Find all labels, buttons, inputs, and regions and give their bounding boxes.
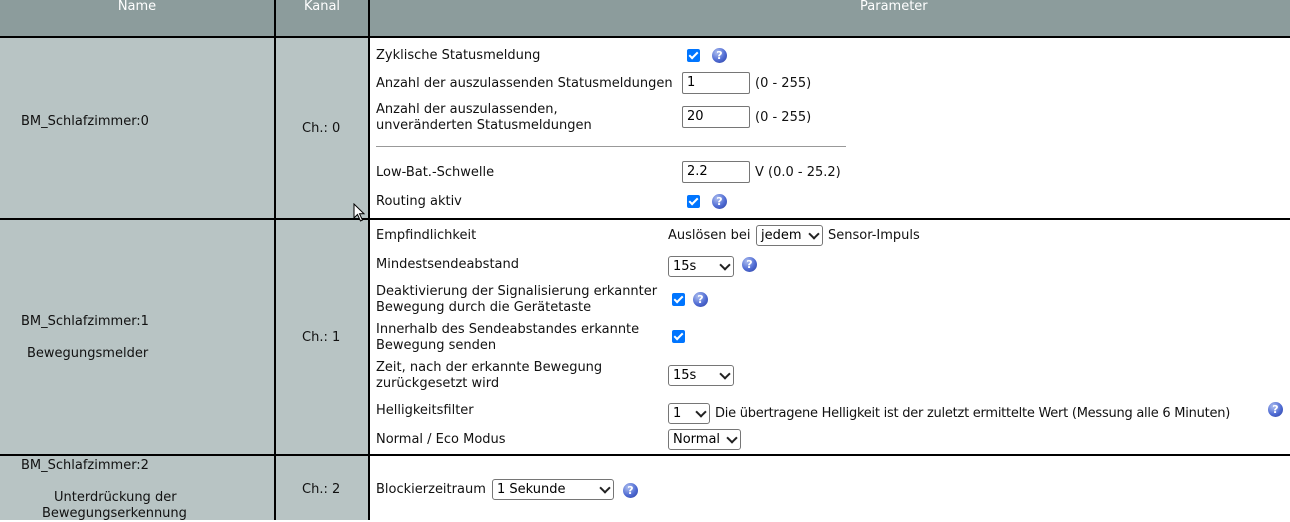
grid-vline-2: [368, 0, 370, 520]
chevron-down-icon: [695, 406, 707, 418]
help-icon[interactable]: ?: [712, 194, 727, 209]
within-checkbox[interactable]: [672, 330, 685, 343]
min-send-select[interactable]: 15s: [668, 256, 734, 277]
grid-vline-1: [274, 0, 276, 520]
lowbat-label: Low-Bat.-Schwelle: [376, 165, 495, 180]
header-kanal: Kanal: [276, 0, 368, 36]
eco-label: Normal / Eco Modus: [376, 432, 506, 447]
row2-subname-1: Unterdrückung der: [54, 490, 177, 505]
sensitivity-label: Empfindlichkeit: [376, 228, 477, 243]
deact-label-2: Bewegung durch die Gerätetaste: [376, 300, 592, 315]
skip-unchanged-label-2: unveränderten Statusmeldungen: [376, 118, 592, 133]
skip-unchanged-range: (0 - 255): [755, 110, 812, 125]
brightness-select-value: 1: [673, 406, 682, 421]
within-label-1: Innerhalb des Sendeabstandes erkannte: [376, 322, 640, 337]
grid-hline-row0: [0, 218, 1290, 220]
row0-name: BM_Schlafzimmer:0: [21, 114, 149, 129]
header-name: Name: [0, 0, 274, 36]
row1-name: BM_Schlafzimmer:1: [21, 314, 149, 329]
header-parameter-label: Parameter: [860, 0, 928, 14]
skip-unchanged-label-1: Anzahl der auszulassenden,: [376, 102, 558, 117]
chevron-down-icon: [726, 432, 738, 444]
header-parameter: Parameter: [370, 0, 1290, 36]
chevron-down-icon: [599, 482, 611, 494]
help-icon[interactable]: ?: [1268, 402, 1283, 417]
routing-label: Routing aktiv: [376, 194, 462, 209]
brightness-label: Helligkeitsfilter: [376, 403, 474, 418]
reset-label-1: Zeit, nach der erkannte Bewegung: [376, 360, 603, 375]
brightness-desc: Die übertragene Helligkeit ist der zulet…: [715, 406, 1231, 421]
reset-select-value: 15s: [673, 368, 697, 383]
skip-unchanged-input[interactable]: 20: [682, 106, 750, 128]
min-send-select-value: 15s: [673, 259, 697, 274]
sensitivity-suffix: Sensor-Impuls: [828, 228, 920, 243]
min-send-label: Mindestsendeabstand: [376, 257, 519, 272]
reset-select[interactable]: 15s: [668, 365, 734, 386]
reset-label-2: zurückgesetzt wird: [376, 376, 500, 391]
help-icon[interactable]: ?: [693, 292, 708, 307]
eco-select-value: Normal: [673, 432, 721, 447]
sensitivity-select-value: jedem: [761, 228, 802, 243]
deact-label-1: Deaktivierung der Signalisierung erkannt…: [376, 284, 658, 299]
chevron-down-icon: [719, 259, 731, 271]
skip-count-label: Anzahl der auszulassenden Statusmeldunge…: [376, 76, 673, 91]
header-name-label: Name: [117, 0, 157, 14]
skip-count-input[interactable]: 1: [682, 72, 750, 94]
chevron-down-icon: [719, 368, 731, 380]
section-divider: [376, 146, 846, 147]
row1-channel: Ch.: 1: [302, 330, 341, 345]
cyclic-status-label: Zyklische Statusmeldung: [376, 48, 541, 63]
header-kanal-label: Kanal: [303, 0, 341, 14]
block-select-value: 1 Sekunde: [497, 482, 566, 497]
help-icon[interactable]: ?: [623, 483, 638, 498]
help-icon[interactable]: ?: [712, 48, 727, 63]
row2-channel: Ch.: 2: [302, 482, 341, 497]
row0-channel: Ch.: 0: [302, 121, 341, 136]
eco-select[interactable]: Normal: [668, 429, 741, 450]
sensitivity-prefix: Auslösen bei: [668, 228, 751, 243]
sensitivity-select[interactable]: jedem: [756, 225, 823, 246]
grid-hline-header: [0, 36, 1290, 38]
row2-name: BM_Schlafzimmer:2: [21, 458, 149, 473]
deact-checkbox[interactable]: [672, 293, 685, 306]
lowbat-input[interactable]: 2.2: [682, 161, 750, 183]
row1-subname: Bewegungsmelder: [27, 346, 149, 361]
mouse-pointer-icon: [353, 203, 366, 222]
brightness-select[interactable]: 1: [668, 403, 710, 424]
within-label-2: Bewegung senden: [376, 338, 497, 353]
routing-checkbox[interactable]: [687, 195, 700, 208]
grid-hline-row1: [0, 454, 1290, 456]
lowbat-range: V (0.0 - 25.2): [755, 165, 841, 180]
chevron-down-icon: [808, 228, 820, 240]
block-select[interactable]: 1 Sekunde: [492, 479, 614, 500]
skip-count-range: (0 - 255): [755, 76, 812, 91]
help-icon[interactable]: ?: [742, 257, 757, 272]
row1-name-cell: [0, 220, 274, 454]
block-label: Blockierzeitraum: [376, 482, 486, 497]
cyclic-status-checkbox[interactable]: [687, 49, 700, 62]
